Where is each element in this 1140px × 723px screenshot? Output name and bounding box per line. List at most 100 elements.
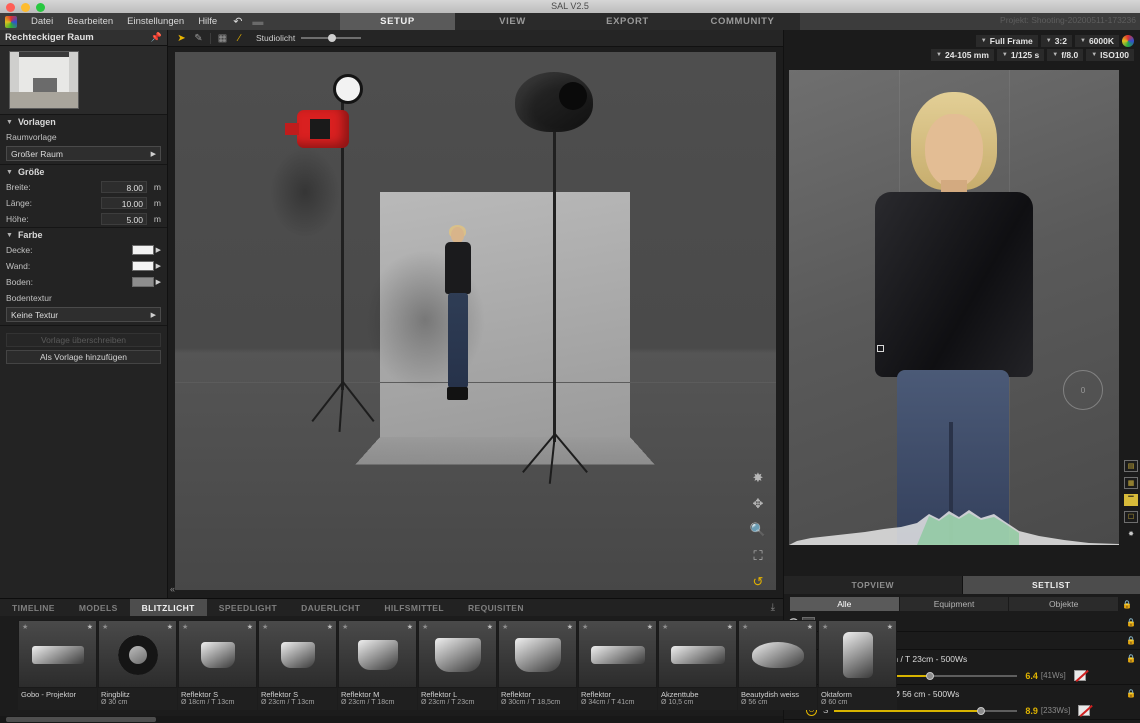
tab-setup[interactable]: SETUP — [340, 13, 455, 30]
favorite-icon[interactable]: ★ — [167, 623, 173, 631]
raumvorlage-dropdown[interactable]: Großer Raum ▶ — [6, 146, 161, 161]
favorite-icon[interactable]: ★ — [822, 623, 828, 631]
favorite-icon[interactable]: ★ — [727, 623, 733, 631]
favorite-icon[interactable]: ★ — [327, 623, 333, 631]
tab-hilfsmittel[interactable]: HILFSMITTEL — [372, 599, 456, 616]
fit-icon[interactable]: ⛶ — [753, 548, 762, 564]
chevron-down-icon[interactable]: ⤓ — [771, 602, 775, 613]
focus-marker[interactable] — [877, 345, 884, 352]
lock-icon[interactable]: 🔒 — [1126, 654, 1136, 663]
undo-icon[interactable]: ↶ — [233, 15, 242, 28]
aspect-dropdown[interactable]: ▼ 3:2 — [1041, 35, 1072, 47]
equipment-thumbnail[interactable]: ★★ — [338, 620, 417, 688]
equipment-item[interactable]: ★★OktaformØ 60 cm — [818, 620, 897, 710]
equipment-thumbnail[interactable]: ★★ — [498, 620, 577, 688]
sensor-dropdown[interactable]: ▼ Full Frame — [976, 35, 1038, 47]
equipment-item[interactable]: ★★AkzenttubeØ 10,5 cm — [658, 620, 737, 710]
tab-topview[interactable]: TOPVIEW — [784, 576, 963, 594]
equipment-thumbnail[interactable]: ★★ — [258, 620, 337, 688]
favorite-icon[interactable]: ★ — [662, 623, 668, 631]
overwrite-template-button[interactable]: Vorlage überschreiben — [6, 333, 161, 347]
orbit-icon[interactable]: ✸ — [1124, 528, 1138, 540]
favorite-icon[interactable]: ★ — [87, 623, 93, 631]
equipment-item[interactable]: ★★RingblitzØ 30 cm — [98, 620, 177, 710]
filter-objekte[interactable]: Objekte — [1009, 597, 1119, 611]
equipment-item[interactable]: ★★ReflektorØ 30cm / T 18,5cm — [498, 620, 577, 710]
tab-view[interactable]: VIEW — [455, 13, 570, 30]
tab-timeline[interactable]: TIMELINE — [0, 599, 67, 616]
room-thumbnail[interactable] — [9, 51, 79, 109]
shutter-dropdown[interactable]: ▼ 1/125 s — [997, 49, 1044, 61]
lock-icon[interactable]: 🔒 — [1126, 689, 1136, 698]
tab-requisiten[interactable]: REQUISITEN — [456, 599, 536, 616]
no-gel-icon[interactable] — [1074, 670, 1086, 681]
menu-einstellungen[interactable]: Einstellungen — [127, 16, 184, 27]
equipment-thumbnail[interactable]: ★★ — [178, 620, 257, 688]
color-wheel-icon[interactable] — [1122, 35, 1134, 47]
rotation-dial[interactable]: 0 — [1063, 370, 1103, 410]
grid-overlay-icon[interactable]: ▦ — [1124, 477, 1138, 489]
breite-input[interactable]: 8.00 — [101, 181, 147, 193]
selected-light-fixture[interactable] — [297, 110, 349, 148]
3d-scene[interactable] — [175, 52, 776, 590]
preview-side-toolbar[interactable]: ▤ ▦ ▔ ☐ ✸ — [1122, 460, 1140, 540]
equipment-thumbnail[interactable]: ★★ — [818, 620, 897, 688]
chevron-right-icon[interactable]: ▶ — [156, 278, 161, 286]
viewport-nav-controls[interactable]: ✸ ✥ 🔍 ⛶ ↺ — [747, 470, 769, 590]
filter-equipment[interactable]: Equipment — [900, 597, 1010, 611]
tab-speedlight[interactable]: SPEEDLIGHT — [207, 599, 289, 616]
favorite-icon[interactable]: ★ — [502, 623, 508, 631]
favorite-icon[interactable]: ★ — [567, 623, 573, 631]
portrait-icon[interactable]: ☐ — [1124, 511, 1138, 523]
tripod-right[interactable] — [518, 434, 592, 484]
tab-export[interactable]: EXPORT — [570, 13, 685, 30]
menu-hilfe[interactable]: Hilfe — [198, 16, 217, 27]
focal-length-dropdown[interactable]: ▼ 24-105 mm — [931, 49, 994, 61]
tab-dauerlicht[interactable]: DAUERLICHT — [289, 599, 372, 616]
favorite-icon[interactable]: ★ — [407, 623, 413, 631]
favorite-icon[interactable]: ★ — [22, 623, 28, 631]
laenge-input[interactable]: 10.00 — [101, 197, 147, 209]
equipment-item[interactable]: ★★Reflektor MØ 23cm / T 18cm — [338, 620, 417, 710]
favorite-icon[interactable]: ★ — [102, 623, 108, 631]
hoehe-input[interactable]: 5.00 — [101, 213, 147, 225]
iso-dropdown[interactable]: ▼ ISO100 — [1086, 49, 1134, 61]
tab-community[interactable]: COMMUNITY — [685, 13, 800, 30]
pan-icon[interactable]: ✥ — [753, 496, 764, 512]
equipment-thumbnail[interactable]: ★★ — [738, 620, 817, 688]
model-victoria[interactable] — [437, 227, 479, 412]
equipment-item[interactable]: ★★Reflektor SØ 18cm / T 13cm — [178, 620, 257, 710]
tab-models[interactable]: MODELS — [67, 599, 130, 616]
equipment-item[interactable]: ★★Gobo - Projektor — [18, 620, 97, 710]
favorite-icon[interactable]: ★ — [247, 623, 253, 631]
section-header-groesse[interactable]: ▼ Größe — [0, 165, 167, 179]
chevron-right-icon[interactable]: ▶ — [156, 262, 161, 270]
lock-icon[interactable]: 🔒 — [1126, 636, 1136, 645]
slider-knob[interactable] — [926, 672, 934, 680]
equipment-item[interactable]: ★★Reflektor LØ 23cm / T 23cm — [418, 620, 497, 710]
equipment-item[interactable]: ★★Beautydish weissØ 56 cm — [738, 620, 817, 710]
add-template-button[interactable]: Als Vorlage hinzufügen — [6, 350, 161, 364]
exposure-icon[interactable]: ▤ — [1124, 460, 1138, 472]
grid-icon[interactable]: ▦ — [214, 31, 231, 46]
cursor-icon[interactable]: ➤ — [173, 31, 190, 46]
section-header-vorlagen[interactable]: ▼ Vorlagen — [0, 115, 167, 129]
camera-preview[interactable]: 0 — [789, 70, 1119, 545]
studiolicht-slider[interactable] — [301, 33, 361, 43]
equipment-thumbnail[interactable]: ★★ — [578, 620, 657, 688]
beautydish-fixture[interactable] — [515, 72, 593, 132]
favorite-icon[interactable]: ★ — [807, 623, 813, 631]
scrollbar-thumb[interactable] — [6, 717, 156, 722]
favorite-icon[interactable]: ★ — [262, 623, 268, 631]
tab-blitzlicht[interactable]: BLITZLICHT — [130, 599, 207, 616]
orbit-icon[interactable]: ✸ — [753, 470, 764, 486]
light-stand-right[interactable] — [553, 122, 556, 442]
equipment-thumbnail[interactable]: ★★ — [18, 620, 97, 688]
pin-icon[interactable]: 📌 — [151, 32, 162, 43]
aperture-dropdown[interactable]: ▼ f/8.0 — [1047, 49, 1083, 61]
slider-knob[interactable] — [977, 707, 985, 715]
line-icon[interactable]: ∕ — [231, 31, 248, 46]
reset-view-icon[interactable]: ↺ — [753, 574, 764, 590]
lock-icon[interactable]: 🔒 — [1119, 600, 1135, 609]
room-preview[interactable] — [0, 46, 167, 114]
